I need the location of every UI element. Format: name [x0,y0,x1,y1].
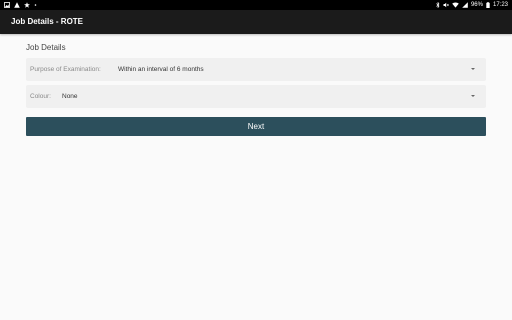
clock-text: 17:23 [492,2,508,8]
wifi-icon [452,2,459,8]
dropdown-arrow-icon [471,95,475,97]
bluetooth-icon [436,2,440,8]
status-right-icons: 96% 17:23 [436,2,508,8]
purpose-value: Within an interval of 6 months [118,66,204,73]
app-bar: Job Details - ROTE [0,10,512,34]
colour-label: Colour: [30,93,51,100]
page-title: Job Details - ROTE [11,17,84,26]
signal-icon [462,2,468,8]
colour-dropdown[interactable]: Colour: None [26,85,486,108]
status-bar: 96% 17:23 [0,0,512,10]
star-icon [24,2,30,8]
dot-icon [34,2,37,8]
purpose-of-examination-dropdown[interactable]: Purpose of Examination: Within an interv… [26,58,486,81]
mute-icon [443,2,449,8]
battery-text: 96% [470,2,483,8]
colour-value: None [62,93,78,100]
section-title: Job Details [26,43,66,52]
purpose-label: Purpose of Examination: [30,66,101,73]
image-icon [4,2,10,8]
warning-icon [14,2,20,8]
next-button[interactable]: Next [26,117,486,136]
battery-icon [486,2,490,8]
status-left-icons [4,2,37,8]
dropdown-arrow-icon [471,68,475,70]
